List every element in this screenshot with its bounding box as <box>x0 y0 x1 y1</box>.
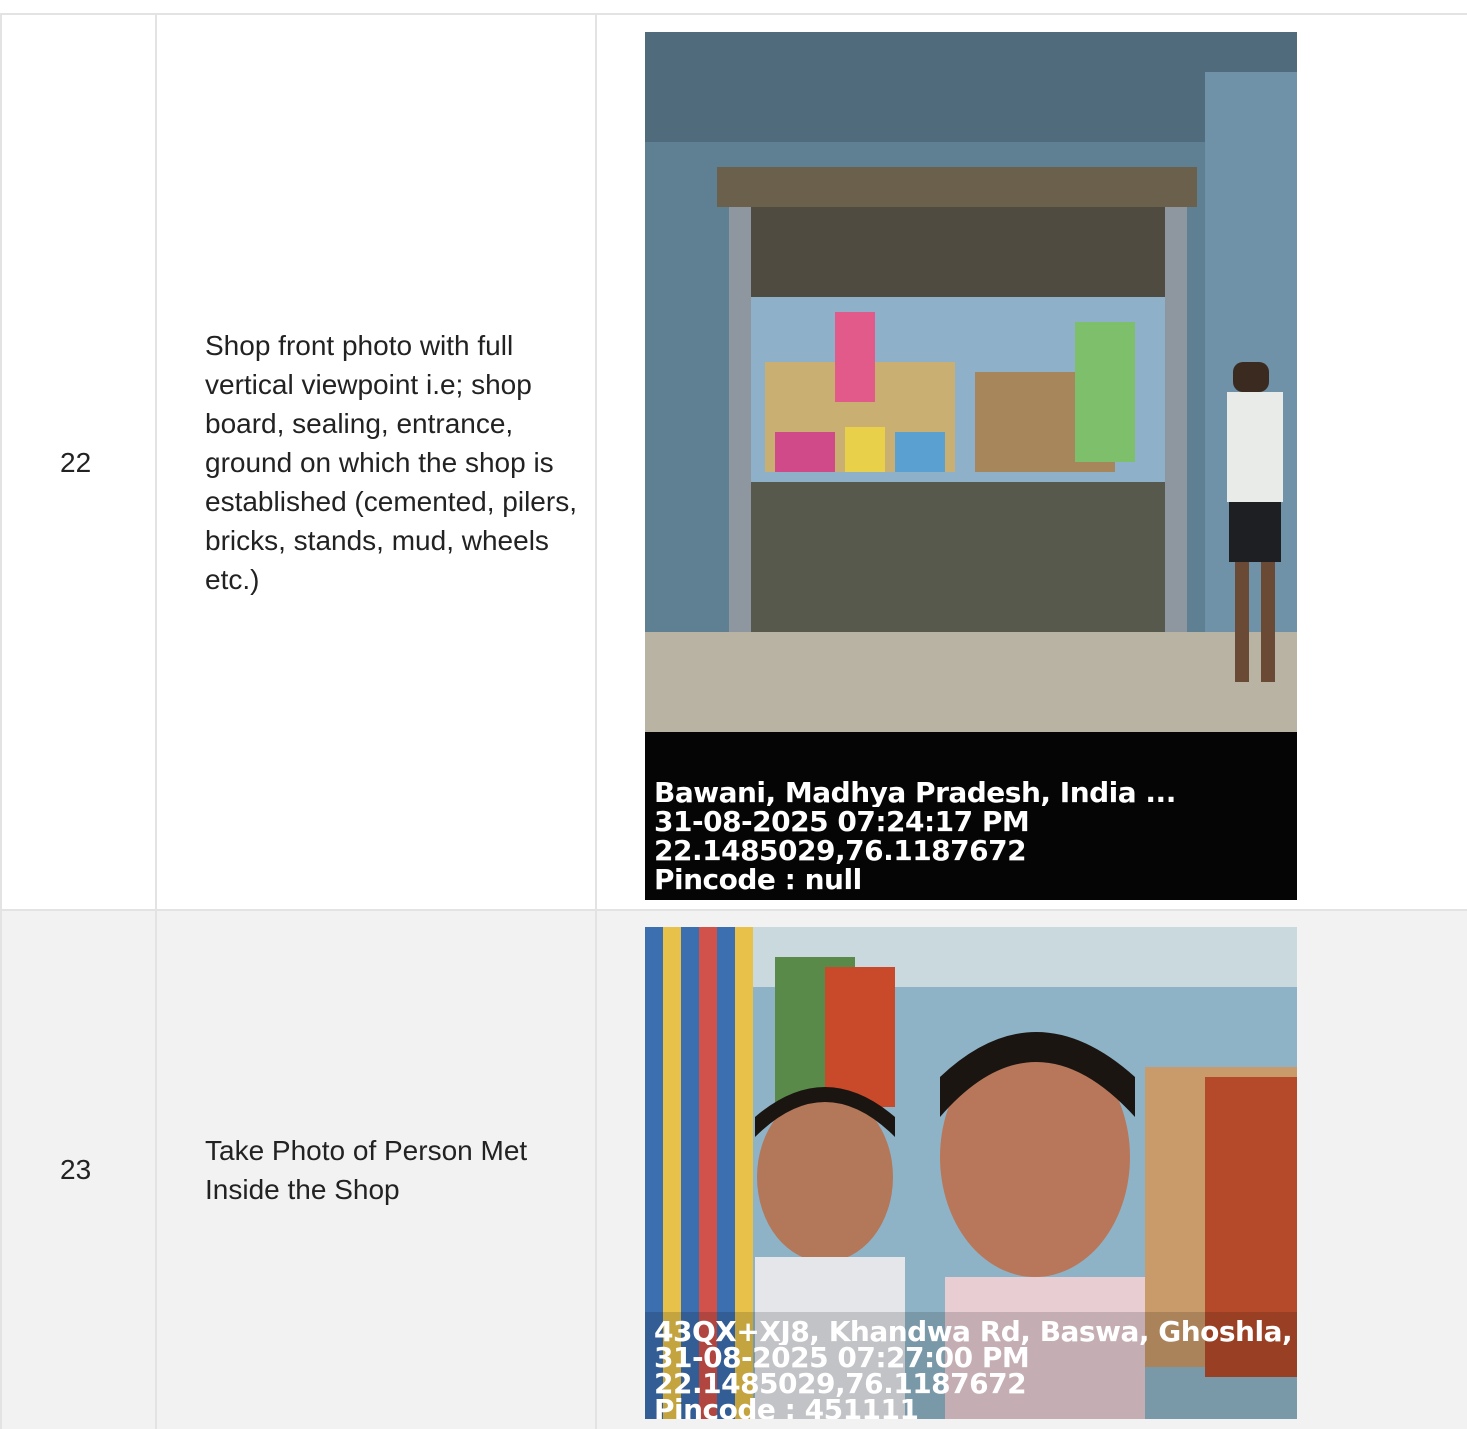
shop-front-image <box>645 32 1297 900</box>
table-row: 22 Shop front photo with full vertical v… <box>0 13 1467 910</box>
photo-pincode: Pincode : 451111 <box>654 1397 919 1419</box>
photo-geotag-overlay: 43QX+XJ8, Khandwa Rd, Baswa, Ghoshla, M … <box>654 1319 1297 1419</box>
table-row: 23 Take Photo of Person Met Inside the S… <box>0 909 1467 1429</box>
row-number: 22 <box>0 15 157 910</box>
photo-geotag-overlay: Bawani, Madhya Pradesh, India ... 31-08-… <box>654 778 1297 894</box>
row-photo-cell: Bawani, Madhya Pradesh, India ... 31-08-… <box>597 15 1467 910</box>
person-met-photo[interactable]: 43QX+XJ8, Khandwa Rd, Baswa, Ghoshla, M … <box>645 927 1297 1419</box>
row-photo-cell: 43QX+XJ8, Khandwa Rd, Baswa, Ghoshla, M … <box>597 911 1467 1429</box>
row-description-text: Shop front photo with full vertical view… <box>205 330 577 595</box>
photo-location: Bawani, Madhya Pradesh, India ... <box>654 778 1176 807</box>
photo-pincode: Pincode : null <box>654 865 862 894</box>
photo-coordinates: 22.1485029,76.1187672 <box>654 1371 1027 1397</box>
row-number: 23 <box>0 911 157 1429</box>
photo-coordinates: 22.1485029,76.1187672 <box>654 836 1027 865</box>
photo-datetime: 31-08-2025 07:27:00 PM <box>654 1345 1030 1371</box>
photo-location: 43QX+XJ8, Khandwa Rd, Baswa, Ghoshla, M <box>654 1319 1297 1345</box>
row-description-text: Take Photo of Person Met Inside the Shop <box>205 1135 528 1205</box>
shop-front-photo[interactable]: Bawani, Madhya Pradesh, India ... 31-08-… <box>645 32 1297 900</box>
row-description: Shop front photo with full vertical view… <box>157 15 597 910</box>
photo-datetime: 31-08-2025 07:24:17 PM <box>654 807 1030 836</box>
row-description: Take Photo of Person Met Inside the Shop <box>157 911 597 1429</box>
